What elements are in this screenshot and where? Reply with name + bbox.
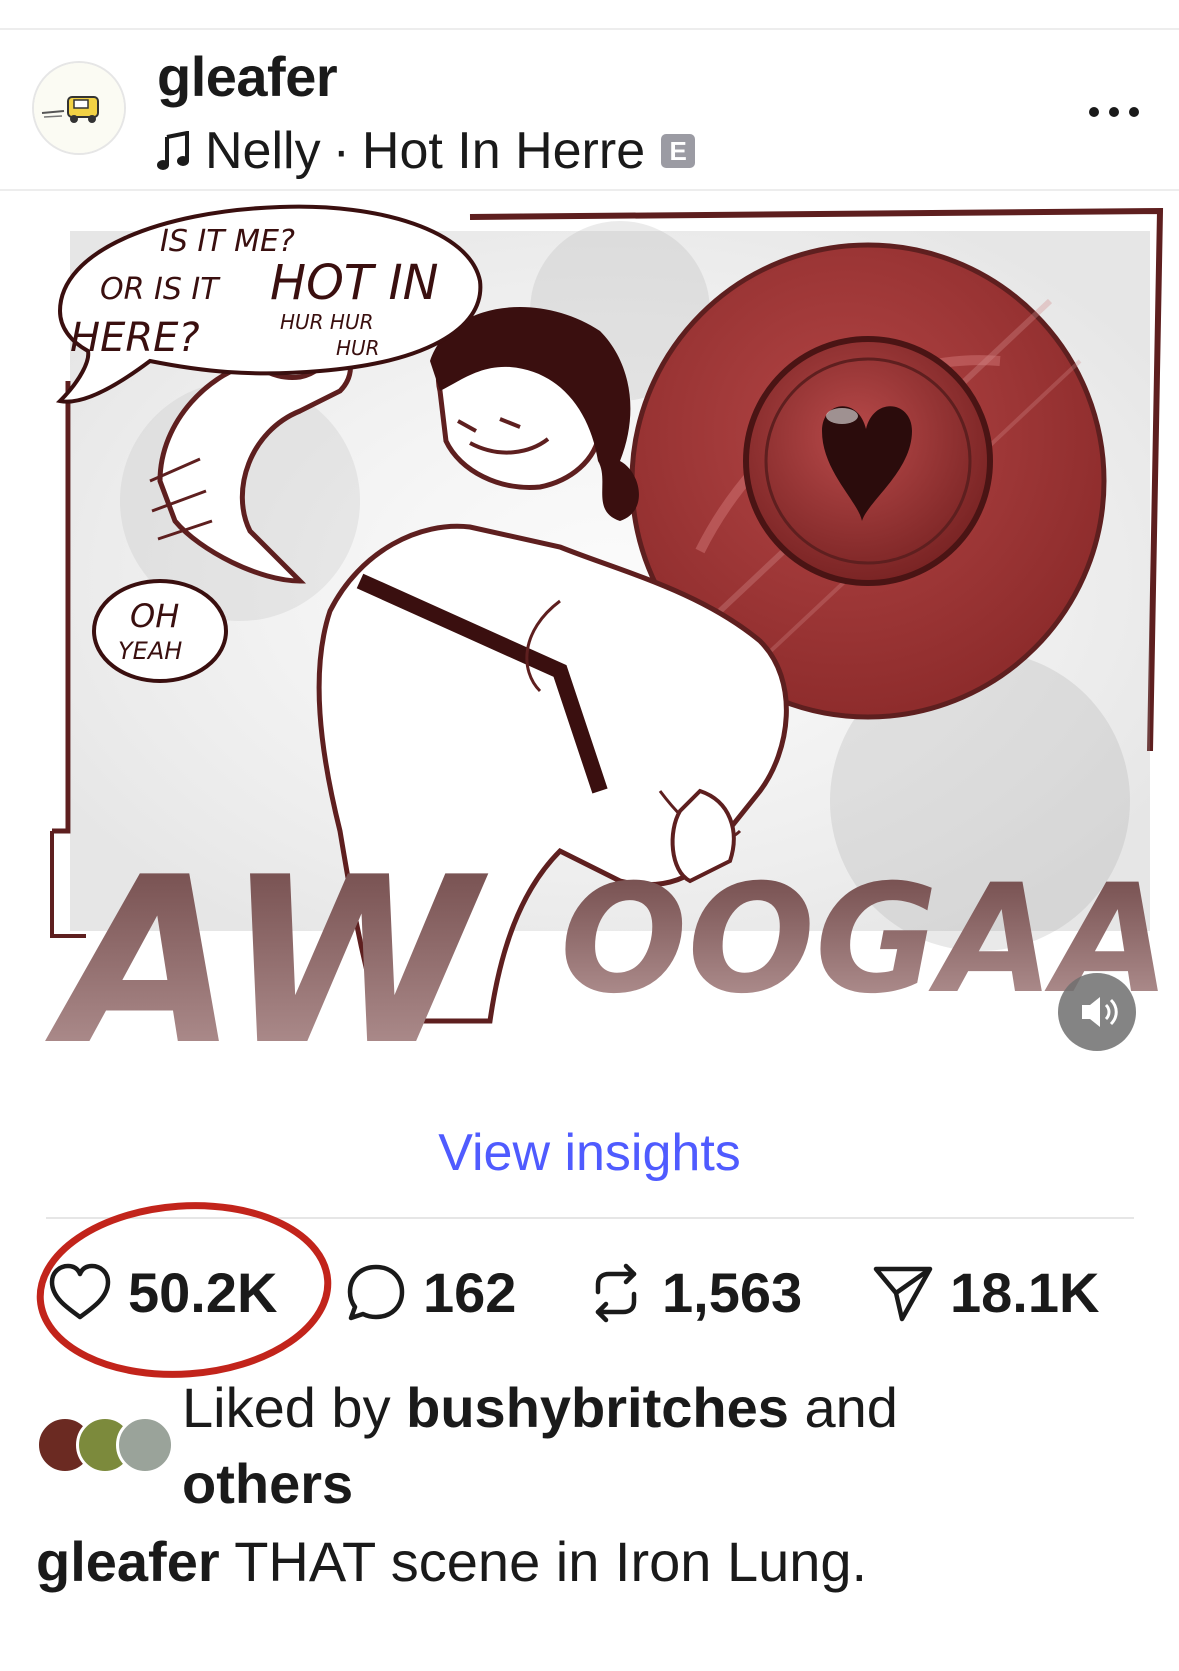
caption-author[interactable]: gleafer: [36, 1530, 220, 1593]
caption-text: THAT scene in Iron Lung.: [234, 1530, 868, 1593]
mute-toggle[interactable]: [1058, 973, 1136, 1051]
liked-by-and: and: [804, 1376, 898, 1439]
share-icon: [873, 1266, 933, 1322]
bubble-text-line3: HOT IN: [270, 255, 439, 311]
bubble-text-small1: HUR HUR: [280, 310, 374, 334]
like-count: 50.2K: [128, 1261, 278, 1324]
share-action[interactable]: 18.1K: [872, 1258, 1099, 1328]
post-media[interactable]: IS IT ME? OR IS IT HOT IN HERE? HUR HUR …: [0, 191, 1179, 1088]
share-count: 18.1K: [950, 1261, 1100, 1324]
music-attribution[interactable]: Nelly · Hot In Herre E: [157, 116, 696, 186]
repost-icon: [595, 1263, 637, 1323]
liked-by-user[interactable]: bushybritches: [406, 1376, 789, 1439]
liked-by-others[interactable]: others: [182, 1452, 353, 1515]
actions-divider: [46, 1217, 1134, 1219]
liked-by-avatars: [36, 1416, 176, 1476]
music-track: Hot In Herre: [361, 122, 646, 180]
comment-icon: [347, 1264, 405, 1321]
author-avatar[interactable]: [32, 61, 126, 155]
heart-icon: [49, 1263, 111, 1320]
music-separator: ·: [332, 122, 350, 180]
small-bubble-line2: YEAH: [118, 637, 182, 665]
comment-count: 162: [423, 1261, 517, 1324]
author-username[interactable]: gleafer: [157, 42, 338, 112]
post-caption: gleafer THAT scene in Iron Lung.: [36, 1524, 1146, 1600]
explicit-badge: E: [661, 134, 696, 168]
liked-by-text: Liked by bushybritches and others: [182, 1370, 898, 1522]
music-artist: Nelly: [205, 122, 321, 180]
bubble-text-line1: IS IT ME?: [160, 224, 295, 259]
liker-avatar-3: [116, 1416, 174, 1474]
bubble-text-line4: HERE?: [70, 315, 200, 361]
liked-by-prefix: Liked by: [182, 1376, 391, 1439]
post-illustration: IS IT ME? OR IS IT HOT IN HERE? HUR HUR …: [0, 191, 1179, 1088]
music-note-icon: [157, 131, 189, 170]
view-insights-link[interactable]: View insights: [0, 1118, 1179, 1188]
more-icon[interactable]: [1084, 100, 1144, 124]
repost-action[interactable]: 1,563: [586, 1258, 802, 1328]
big-lettering-left: AW: [45, 829, 488, 1088]
bubble-text-small2: HUR: [336, 336, 380, 360]
repost-count: 1,563: [662, 1261, 803, 1324]
small-bubble-line1: OH: [130, 597, 179, 635]
comment-action[interactable]: 162: [345, 1258, 516, 1328]
bubble-text-line2: OR IS IT: [100, 272, 221, 307]
volume-icon: [1082, 997, 1118, 1027]
like-action[interactable]: 50.2K: [48, 1258, 277, 1328]
